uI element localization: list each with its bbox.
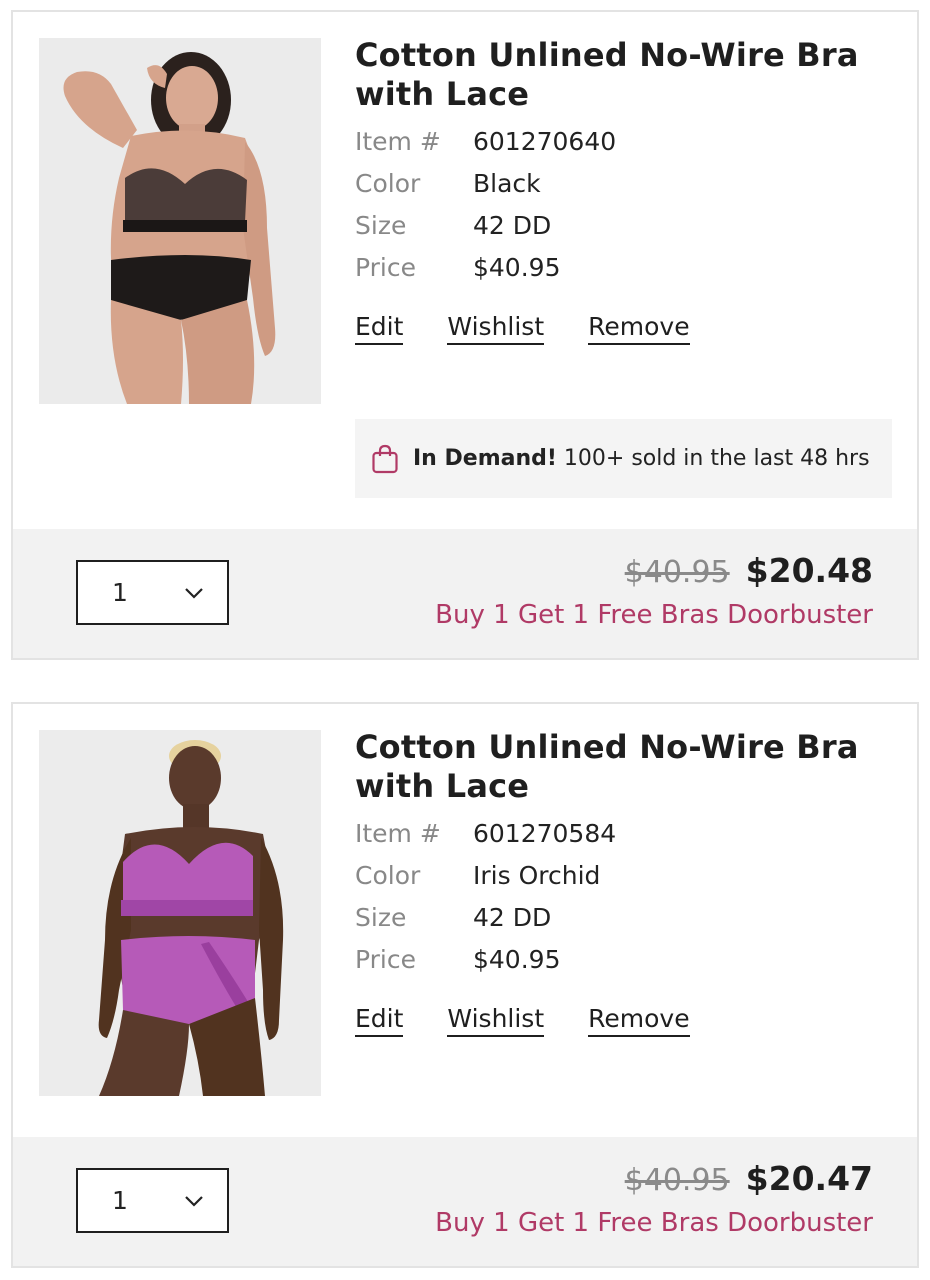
color-value: Black <box>473 168 541 198</box>
price-summary: $40.95 $20.48 Buy 1 Get 1 Free Bras Door… <box>435 551 873 630</box>
color-row: Color Black <box>355 162 895 204</box>
color-value: Iris Orchid <box>473 860 601 890</box>
item-number-row: Item # 601270640 <box>355 120 895 162</box>
product-title[interactable]: Cotton Unlined No-Wire Bra with Lace <box>355 36 895 114</box>
wishlist-link[interactable]: Wishlist <box>447 312 545 345</box>
remove-link[interactable]: Remove <box>588 1004 690 1037</box>
original-price: $40.95 <box>624 555 730 590</box>
product-image[interactable] <box>39 38 321 404</box>
size-row: Size 42 DD <box>355 204 895 246</box>
price-label: Price <box>355 944 416 974</box>
color-label: Color <box>355 168 421 198</box>
price-value: $40.95 <box>473 944 561 974</box>
chevron-down-icon <box>185 1195 203 1207</box>
item-number-row: Item # 601270584 <box>355 812 895 854</box>
in-demand-text: 100+ sold in the last 48 hrs <box>556 445 870 471</box>
quantity-value: 1 <box>112 1186 128 1215</box>
promo-text[interactable]: Buy 1 Get 1 Free Bras Doorbuster <box>435 1208 873 1238</box>
item-number-value: 601270640 <box>473 126 617 156</box>
item-number-label: Item # <box>355 818 441 848</box>
quantity-select[interactable]: 1 <box>76 1168 229 1233</box>
promo-text[interactable]: Buy 1 Get 1 Free Bras Doorbuster <box>435 600 873 630</box>
chevron-down-icon <box>185 587 203 599</box>
item-footer: 1 $40.95 $20.47 Buy 1 Get 1 Free Bras Do… <box>13 1137 917 1266</box>
price-label: Price <box>355 252 416 282</box>
sale-price: $20.48 <box>745 551 873 590</box>
color-label: Color <box>355 860 421 890</box>
wishlist-link[interactable]: Wishlist <box>447 1004 545 1037</box>
sale-price: $20.47 <box>745 1159 873 1198</box>
price-row: Price $40.95 <box>355 938 895 980</box>
product-image[interactable] <box>39 730 321 1096</box>
item-number-label: Item # <box>355 126 441 156</box>
in-demand-banner: In Demand! 100+ sold in the last 48 hrs <box>355 419 892 498</box>
item-footer: 1 $40.95 $20.48 Buy 1 Get 1 Free Bras Do… <box>13 529 917 658</box>
size-value: 42 DD <box>473 210 552 240</box>
size-label: Size <box>355 210 407 240</box>
edit-link[interactable]: Edit <box>355 1004 404 1037</box>
size-row: Size 42 DD <box>355 896 895 938</box>
edit-link[interactable]: Edit <box>355 312 404 345</box>
quantity-select[interactable]: 1 <box>76 560 229 625</box>
color-row: Color Iris Orchid <box>355 854 895 896</box>
original-price: $40.95 <box>624 1163 730 1198</box>
item-actions: Edit Wishlist Remove <box>355 1004 895 1037</box>
price-row: Price $40.95 <box>355 246 895 288</box>
price-summary: $40.95 $20.47 Buy 1 Get 1 Free Bras Door… <box>435 1159 873 1238</box>
product-title[interactable]: Cotton Unlined No-Wire Bra with Lace <box>355 728 895 806</box>
remove-link[interactable]: Remove <box>588 312 690 345</box>
shopping-bag-icon <box>372 444 398 473</box>
price-value: $40.95 <box>473 252 561 282</box>
in-demand-strong: In Demand! <box>413 445 557 471</box>
cart-item-card: Cotton Unlined No-Wire Bra with Lace Ite… <box>11 10 919 660</box>
quantity-value: 1 <box>112 578 128 607</box>
size-value: 42 DD <box>473 902 552 932</box>
size-label: Size <box>355 902 407 932</box>
item-actions: Edit Wishlist Remove <box>355 312 895 345</box>
in-demand-message: In Demand! 100+ sold in the last 48 hrs <box>413 445 870 473</box>
cart-item-card: Cotton Unlined No-Wire Bra with Lace Ite… <box>11 702 919 1268</box>
item-number-value: 601270584 <box>473 818 617 848</box>
